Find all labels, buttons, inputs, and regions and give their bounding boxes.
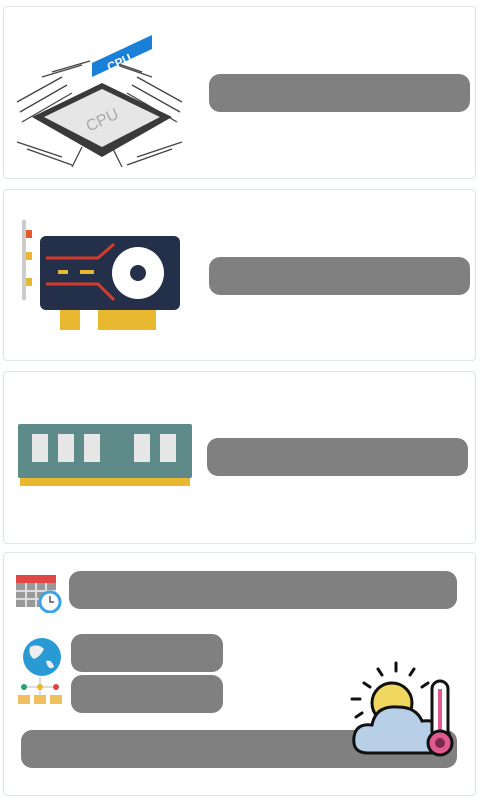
gpu-card <box>3 189 476 361</box>
cpu-info-bar <box>209 74 470 112</box>
info-card <box>3 552 476 796</box>
globe-network-icon <box>18 638 62 704</box>
ram-card <box>3 371 476 544</box>
ram-module-icon <box>18 424 192 486</box>
cpu-card: CPU CPU <box>3 6 476 179</box>
calendar-clock-icon <box>16 575 62 613</box>
graphics-card-icon <box>22 220 180 330</box>
network-info-bar-2 <box>71 675 223 713</box>
ram-info-bar <box>207 438 468 476</box>
gpu-info-bar <box>209 257 470 295</box>
date-time-bar <box>69 571 457 609</box>
cpu-chip-icon: CPU CPU <box>16 35 183 168</box>
network-info-bar-1 <box>71 634 223 672</box>
svg-text:CPU: CPU <box>105 51 134 74</box>
weather-temperature-icon <box>350 661 454 757</box>
